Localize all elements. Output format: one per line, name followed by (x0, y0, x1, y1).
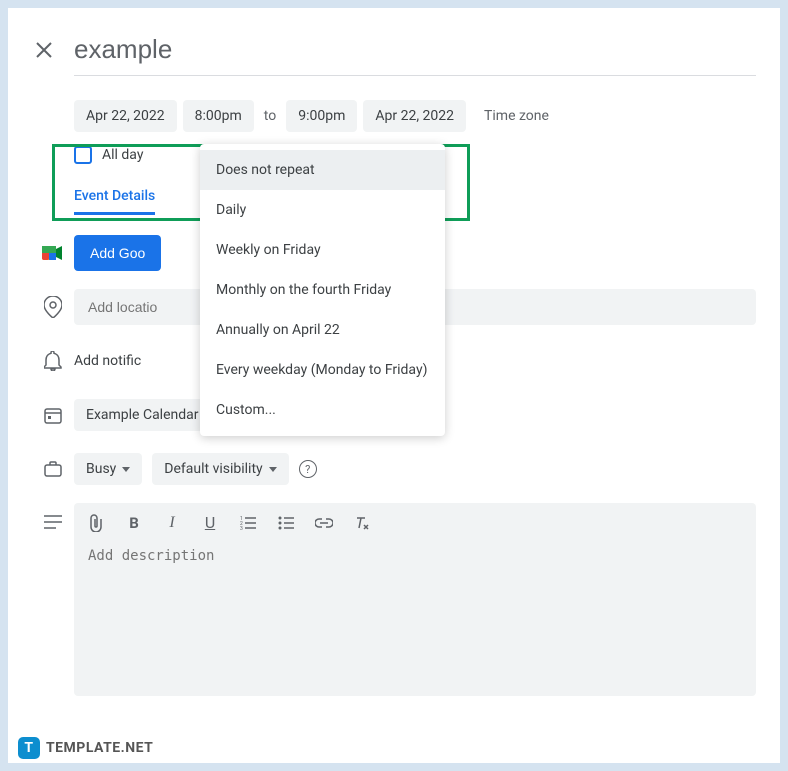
location-icon (32, 296, 74, 318)
allday-checkbox[interactable] (74, 146, 92, 164)
repeat-option-none[interactable]: Does not repeat (200, 150, 445, 190)
repeat-option-monthly[interactable]: Monthly on the fourth Friday (200, 270, 445, 310)
svg-text:3: 3 (240, 526, 243, 530)
repeat-option-annually[interactable]: Annually on April 22 (200, 310, 445, 350)
add-meet-button[interactable]: Add Goo (74, 235, 161, 271)
end-time-chip[interactable]: 9:00pm (286, 100, 357, 132)
bold-icon[interactable]: B (124, 514, 144, 532)
description-textarea[interactable] (74, 542, 756, 692)
busy-selector[interactable]: Busy (74, 453, 142, 485)
to-label: to (260, 108, 280, 124)
repeat-option-weekday[interactable]: Every weekday (Monday to Friday) (200, 350, 445, 390)
briefcase-icon (32, 461, 74, 477)
bulleted-list-icon[interactable] (276, 516, 296, 530)
timezone-link[interactable]: Time zone (484, 108, 549, 124)
event-title-input[interactable] (74, 28, 756, 71)
calendar-icon (32, 406, 74, 424)
notification-label[interactable]: Add notific (74, 353, 141, 369)
attachment-icon[interactable] (86, 514, 106, 532)
end-date-chip[interactable]: Apr 22, 2022 (363, 100, 466, 132)
start-date-chip[interactable]: Apr 22, 2022 (74, 100, 177, 132)
clear-formatting-icon[interactable] (352, 515, 372, 531)
link-icon[interactable] (314, 518, 334, 528)
allday-label: All day (102, 147, 143, 163)
repeat-dropdown-menu: Does not repeat Daily Weekly on Friday M… (200, 144, 445, 436)
visibility-selector[interactable]: Default visibility (152, 453, 288, 485)
repeat-option-weekly[interactable]: Weekly on Friday (200, 230, 445, 270)
help-icon[interactable]: ? (299, 460, 317, 478)
chevron-down-icon (122, 467, 130, 472)
chevron-down-icon (269, 467, 277, 472)
repeat-option-daily[interactable]: Daily (200, 190, 445, 230)
meet-icon (32, 244, 74, 262)
notification-icon (32, 351, 74, 371)
watermark: T TEMPLATE.NET (18, 737, 153, 759)
tab-event-details[interactable]: Event Details (74, 188, 155, 215)
busy-label: Busy (86, 461, 116, 477)
watermark-text: TEMPLATE.NET (46, 740, 153, 756)
watermark-badge: T (18, 737, 40, 759)
calendar-name: Example Calendar (86, 407, 199, 423)
numbered-list-icon[interactable]: 123 (238, 516, 258, 530)
repeat-option-custom[interactable]: Custom... (200, 390, 445, 430)
underline-icon[interactable]: U (200, 513, 220, 532)
start-time-chip[interactable]: 8:00pm (183, 100, 254, 132)
visibility-label: Default visibility (164, 461, 262, 477)
italic-icon[interactable]: I (162, 514, 182, 532)
close-icon[interactable] (32, 38, 56, 62)
description-icon (32, 503, 74, 529)
